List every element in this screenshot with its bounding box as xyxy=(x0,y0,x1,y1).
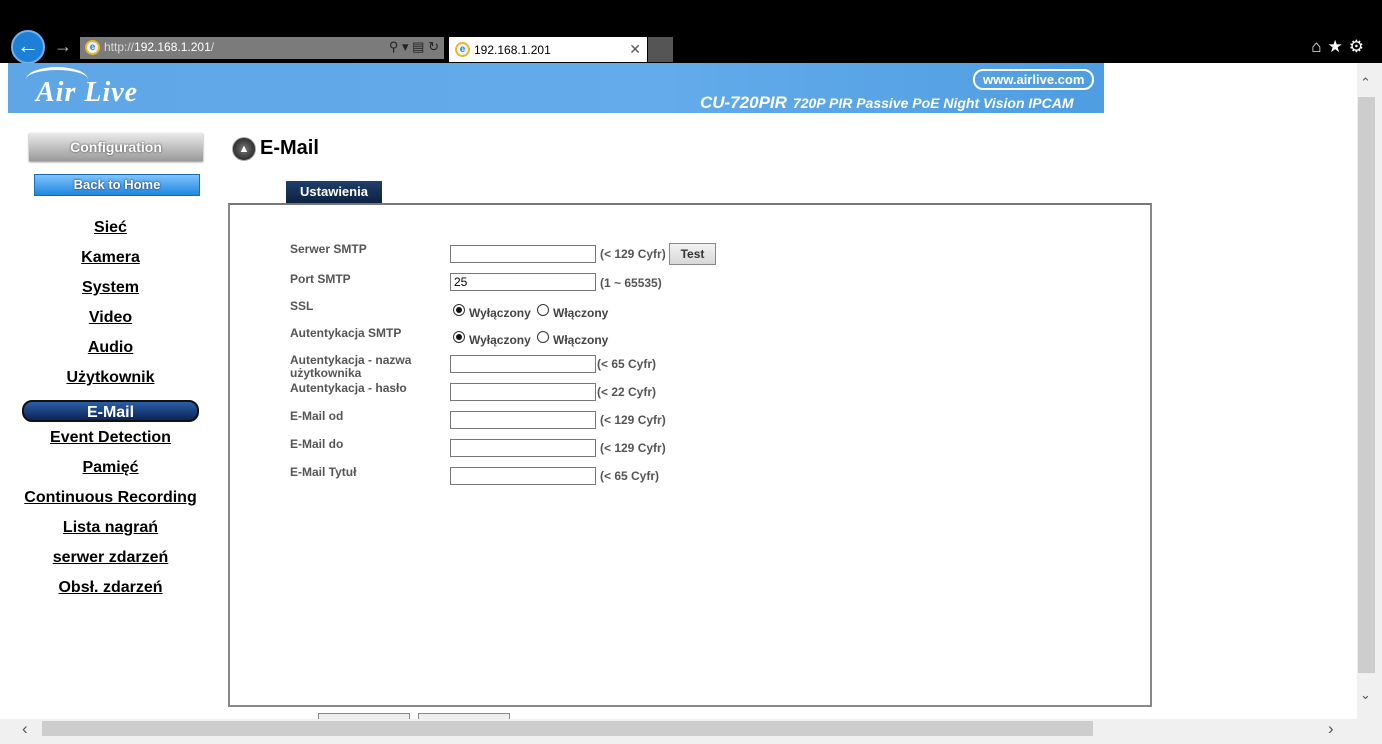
ie-logo-icon: e xyxy=(85,40,100,55)
auth-pass-label: Autentykacja - hasło xyxy=(290,381,407,395)
smtp-server-hint: (< 129 Cyfr) xyxy=(600,247,666,261)
horizontal-scrollbar[interactable]: ‹ › xyxy=(0,719,1382,744)
configuration-button[interactable]: Configuration xyxy=(29,133,203,161)
auth-user-label-line1: Autentykacja - nazwa xyxy=(290,353,412,367)
sidebar-item-obsl-zdarzen[interactable]: Obsł. zdarzeń xyxy=(8,579,213,597)
site-link[interactable]: www.airlive.com xyxy=(973,69,1095,90)
ssl-label: SSL xyxy=(290,299,314,313)
ssl-off-radio[interactable] xyxy=(453,304,465,316)
sidebar-item-pamiec[interactable]: Pamięć xyxy=(8,459,213,477)
vertical-scrollbar[interactable]: ⌃ ⌄ xyxy=(1357,63,1382,719)
mail-subject-input[interactable] xyxy=(450,467,596,485)
sidebar-item-audio[interactable]: Audio xyxy=(8,339,213,357)
auth-user-hint: (< 65 Cyfr) xyxy=(597,357,657,371)
close-tab-icon[interactable]: ✕ xyxy=(629,41,641,58)
refresh-icon[interactable]: ↻ xyxy=(428,39,439,54)
header-banner: Air Live www.airlive.com CU-720PIR 720P P… xyxy=(8,63,1104,113)
address-tools: ⚲ ▾ ▤ ↻ xyxy=(389,39,439,55)
address-bar[interactable]: e http://192.168.1.201/ ⚲ ▾ ▤ ↻ xyxy=(80,37,444,59)
ssl-on-label: Włączony xyxy=(553,306,609,320)
mail-to-input[interactable] xyxy=(450,439,596,457)
sidebar-item-email[interactable]: E-Mail xyxy=(22,400,199,422)
test-button[interactable]: Test xyxy=(669,243,716,265)
auth-user-label: Autentykacja - nazwa użytkownika xyxy=(290,354,411,380)
sidebar-item-lista-nagran[interactable]: Lista nagrań xyxy=(8,519,213,537)
scroll-right-icon[interactable]: › xyxy=(1328,719,1334,739)
sidebar: Configuration Back to Home Sieć Kamera S… xyxy=(8,113,228,719)
horizontal-scroll-thumb[interactable] xyxy=(42,721,1093,736)
smtp-port-input[interactable] xyxy=(450,273,596,291)
tab-title: 192.168.1.201 xyxy=(474,43,551,57)
model-name: CU-720PIR xyxy=(700,93,787,112)
gear-icon[interactable]: ⚙ xyxy=(1349,37,1370,56)
camera-lens-icon: ▲ xyxy=(232,137,256,161)
back-to-home-button[interactable]: Back to Home xyxy=(34,174,200,196)
sidebar-item-kamera[interactable]: Kamera xyxy=(8,249,213,267)
scroll-down-icon[interactable]: ⌄ xyxy=(1357,687,1374,703)
mail-from-input[interactable] xyxy=(450,411,596,429)
dropdown-icon[interactable]: ▾ xyxy=(402,39,409,54)
page-title: E-Mail xyxy=(260,137,319,159)
vertical-scroll-thumb[interactable] xyxy=(1358,97,1375,673)
scroll-left-icon[interactable]: ‹ xyxy=(22,719,28,739)
mail-to-label: E-Mail do xyxy=(290,437,344,451)
browser-chrome: ← → e http://192.168.1.201/ ⚲ ▾ ▤ ↻ e 19… xyxy=(0,0,1382,64)
tab-ustawienia[interactable]: Ustawienia xyxy=(286,181,382,203)
auth-pass-hint: (< 22 Cyfr) xyxy=(597,385,657,399)
auth-password-input[interactable] xyxy=(450,383,596,401)
new-tab-button[interactable] xyxy=(648,37,673,62)
mail-from-label: E-Mail od xyxy=(290,409,344,423)
mail-subject-hint: (< 65 Cyfr) xyxy=(600,469,660,483)
model-info: CU-720PIR 720P PIR Passive PoE Night Visi… xyxy=(700,93,1074,113)
sidebar-item-continuous-recording[interactable]: Continuous Recording xyxy=(8,489,213,507)
ssl-on-radio[interactable] xyxy=(537,304,549,316)
sidebar-item-system[interactable]: System xyxy=(8,279,213,297)
star-icon[interactable]: ★ xyxy=(1328,37,1349,56)
browser-tab[interactable]: e 192.168.1.201 ✕ xyxy=(449,37,647,62)
browser-toolbar-icons: ⌂★⚙ xyxy=(1311,37,1370,57)
sidebar-item-siec[interactable]: Sieć xyxy=(8,219,213,237)
sidebar-item-serwer-zdarzen[interactable]: serwer zdarzeń xyxy=(8,549,213,567)
mail-subject-label: E-Mail Tytuł xyxy=(290,465,357,479)
auth-username-input[interactable] xyxy=(450,355,596,373)
search-icon[interactable]: ⚲ xyxy=(389,39,399,54)
smtp-auth-on-label: Włączony xyxy=(553,333,609,347)
address-url[interactable]: http://192.168.1.201/ xyxy=(104,40,214,54)
forward-arrow-icon[interactable]: → xyxy=(54,36,72,56)
mail-to-hint: (< 129 Cyfr) xyxy=(600,441,666,455)
back-arrow-icon[interactable]: ← xyxy=(11,30,45,64)
auth-user-label-line2: użytkownika xyxy=(290,366,362,380)
sidebar-item-uzytkownik[interactable]: Użytkownik xyxy=(8,369,213,387)
airlive-logo: Air Live xyxy=(36,77,139,108)
smtp-port-label: Port SMTP xyxy=(290,272,351,286)
smtp-auth-on-radio[interactable] xyxy=(537,331,549,343)
model-description: 720P PIR Passive PoE Night Vision IPCAM xyxy=(792,95,1074,111)
smtp-port-hint: (1 ~ 65535) xyxy=(600,276,662,290)
smtp-auth-label: Autentykacja SMTP xyxy=(290,326,402,340)
sidebar-item-event-detection[interactable]: Event Detection xyxy=(8,429,213,447)
smtp-server-label: Serwer SMTP xyxy=(290,242,367,256)
sidebar-item-video[interactable]: Video xyxy=(8,309,213,327)
smtp-server-input[interactable] xyxy=(450,245,596,263)
smtp-auth-off-radio[interactable] xyxy=(453,331,465,343)
settings-panel xyxy=(228,203,1152,707)
scroll-up-icon[interactable]: ⌃ xyxy=(1357,75,1374,91)
mail-from-hint: (< 129 Cyfr) xyxy=(600,413,666,427)
ie-logo-icon: e xyxy=(455,42,470,57)
smtp-auth-off-label: Wyłączony xyxy=(469,333,531,347)
compat-view-icon[interactable]: ▤ xyxy=(412,39,424,54)
home-icon[interactable]: ⌂ xyxy=(1311,37,1327,56)
ssl-off-label: Wyłączony xyxy=(469,306,531,320)
